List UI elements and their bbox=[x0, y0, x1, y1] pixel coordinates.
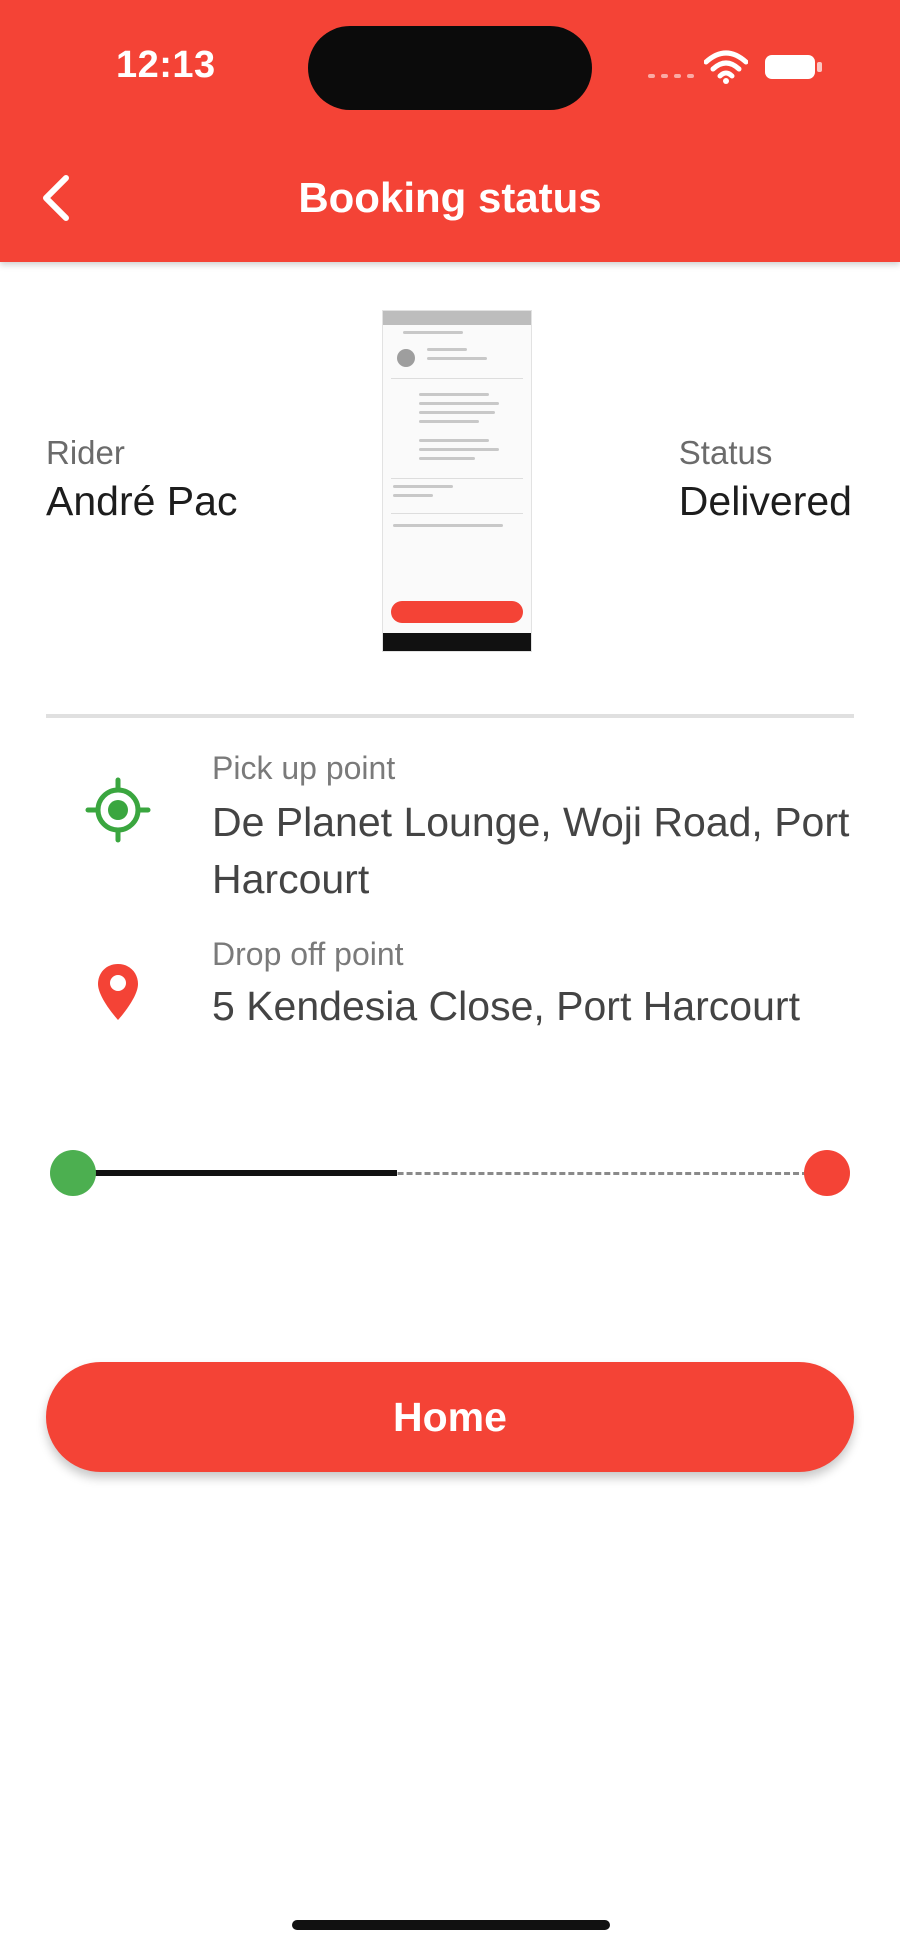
battery-icon bbox=[765, 55, 822, 79]
booking-screenshot-thumbnail[interactable] bbox=[382, 310, 532, 652]
rider-info: Rider André Pac bbox=[46, 434, 237, 525]
map-pin-icon bbox=[98, 964, 138, 1020]
dropoff-address: 5 Kendesia Close, Port Harcourt bbox=[212, 983, 800, 1029]
dynamic-island bbox=[308, 26, 592, 110]
pickup-address: De Planet Lounge, Woji Road, Port Harcou… bbox=[212, 799, 850, 902]
pickup-label: Pick up point bbox=[212, 750, 396, 786]
delivery-progress-fill bbox=[74, 1170, 397, 1176]
home-button[interactable]: Home bbox=[46, 1362, 854, 1472]
rider-label: Rider bbox=[46, 434, 125, 471]
target-icon bbox=[85, 777, 151, 843]
status-value: Delivered bbox=[678, 478, 852, 524]
dropoff-marker-dot bbox=[804, 1150, 850, 1196]
status-label: Status bbox=[678, 434, 773, 471]
page-title: Booking status bbox=[298, 174, 602, 221]
booking-status-info: Status Delivered bbox=[679, 434, 852, 525]
rider-name: André Pac bbox=[46, 478, 238, 524]
pickup-marker-dot bbox=[50, 1150, 96, 1196]
status-bar-time: 12:13 bbox=[116, 44, 216, 86]
home-indicator bbox=[292, 1920, 610, 1930]
divider bbox=[46, 714, 854, 718]
dropoff-label: Drop off point bbox=[212, 936, 404, 972]
wifi-icon bbox=[704, 50, 748, 84]
cellular-signal-icon bbox=[648, 74, 694, 78]
app-header: 12:13 Booking status bbox=[0, 0, 900, 262]
